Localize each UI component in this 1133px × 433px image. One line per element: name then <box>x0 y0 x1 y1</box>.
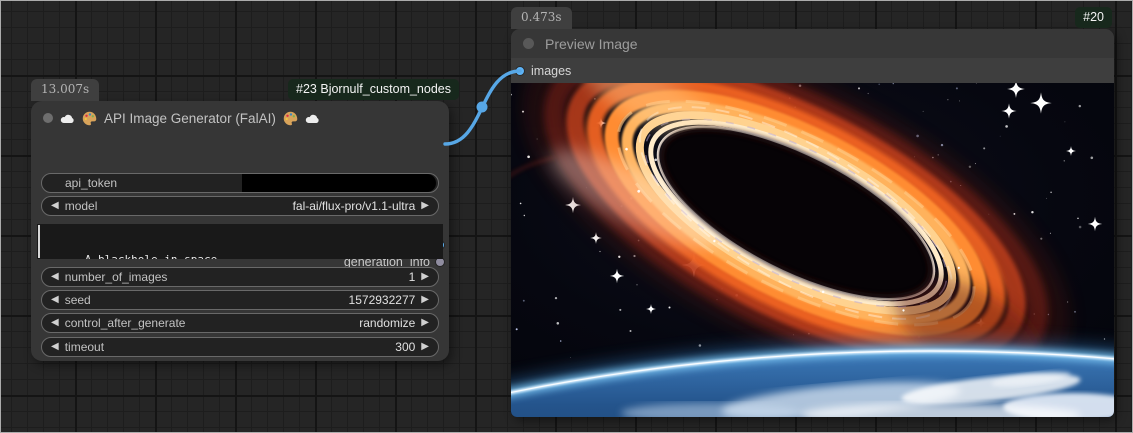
widget-value: 300 <box>395 340 415 354</box>
timeout-widget[interactable]: ◀ timeout 300 ▶ <box>41 337 439 357</box>
widget-label: timeout <box>65 340 104 354</box>
redacted-token-value <box>242 174 436 192</box>
widget-value: 1 <box>409 270 416 284</box>
arrow-left-icon[interactable]: ◀ <box>51 295 59 305</box>
widget-label: seed <box>65 293 91 307</box>
input-dot-images[interactable] <box>515 66 525 76</box>
text-cursor <box>38 225 40 258</box>
control-after-generate-widget[interactable]: ◀ control_after_generate randomize ▶ <box>41 313 439 333</box>
widget-label: api_token <box>51 176 117 190</box>
widget-value: fal-ai/flux-pro/v1.1-ultra <box>293 199 416 213</box>
node-id-badge: #23 Bjornulf_custom_nodes <box>288 79 459 100</box>
node-title-bar[interactable]: API Image Generator (FalAI) <box>43 108 439 128</box>
palette-icon <box>82 111 97 126</box>
widget-label: control_after_generate <box>65 316 186 330</box>
widget-value: 1572932277 <box>349 293 416 307</box>
seed-widget[interactable]: ◀ seed 1572932277 ▶ <box>41 290 439 310</box>
prompt-text: A blackhole in space <box>85 253 217 259</box>
collapse-dot[interactable] <box>523 38 534 49</box>
arrow-right-icon[interactable]: ▶ <box>421 201 429 211</box>
palette-icon <box>283 111 298 126</box>
preview-image[interactable] <box>511 83 1114 417</box>
cloud-icon <box>60 111 75 126</box>
number-of-images-widget[interactable]: ◀ number_of_images 1 ▶ <box>41 267 439 287</box>
api-image-generator-node[interactable]: 13.007s #23 Bjornulf_custom_nodes API Im… <box>31 101 449 361</box>
arrow-right-icon[interactable]: ▶ <box>421 295 429 305</box>
prompt-textarea[interactable]: A blackhole in space <box>37 224 443 259</box>
widget-label: number_of_images <box>65 270 168 284</box>
preview-image-node[interactable]: 0.473s #20 Preview Image images <box>511 29 1114 417</box>
input-label: images <box>531 64 571 78</box>
arrow-left-icon[interactable]: ◀ <box>51 342 59 352</box>
widget-value: randomize <box>359 316 415 330</box>
collapse-dot[interactable] <box>43 113 53 123</box>
arrow-right-icon[interactable]: ▶ <box>421 318 429 328</box>
link-midpoint-dot <box>477 102 488 113</box>
node-title: API Image Generator (FalAI) <box>104 111 276 126</box>
api-token-widget[interactable]: api_token <box>41 173 439 193</box>
model-widget[interactable]: ◀ model fal-ai/flux-pro/v1.1-ultra ▶ <box>41 196 439 216</box>
node-id-badge: #20 <box>1075 7 1112 28</box>
arrow-right-icon[interactable]: ▶ <box>421 272 429 282</box>
node-graph-canvas[interactable]: 13.007s #23 Bjornulf_custom_nodes API Im… <box>0 0 1133 433</box>
node-title: Preview Image <box>545 36 638 52</box>
execution-timer-badge: 13.007s <box>31 79 99 101</box>
node-title-bar[interactable]: Preview Image <box>511 29 1114 58</box>
widget-label: model <box>65 199 98 213</box>
arrow-left-icon[interactable]: ◀ <box>51 318 59 328</box>
arrow-left-icon[interactable]: ◀ <box>51 201 59 211</box>
input-slot-images[interactable]: images <box>511 58 1114 83</box>
cloud-icon <box>305 111 320 126</box>
arrow-right-icon[interactable]: ▶ <box>421 342 429 352</box>
arrow-left-icon[interactable]: ◀ <box>51 272 59 282</box>
execution-timer-badge: 0.473s <box>511 7 572 29</box>
